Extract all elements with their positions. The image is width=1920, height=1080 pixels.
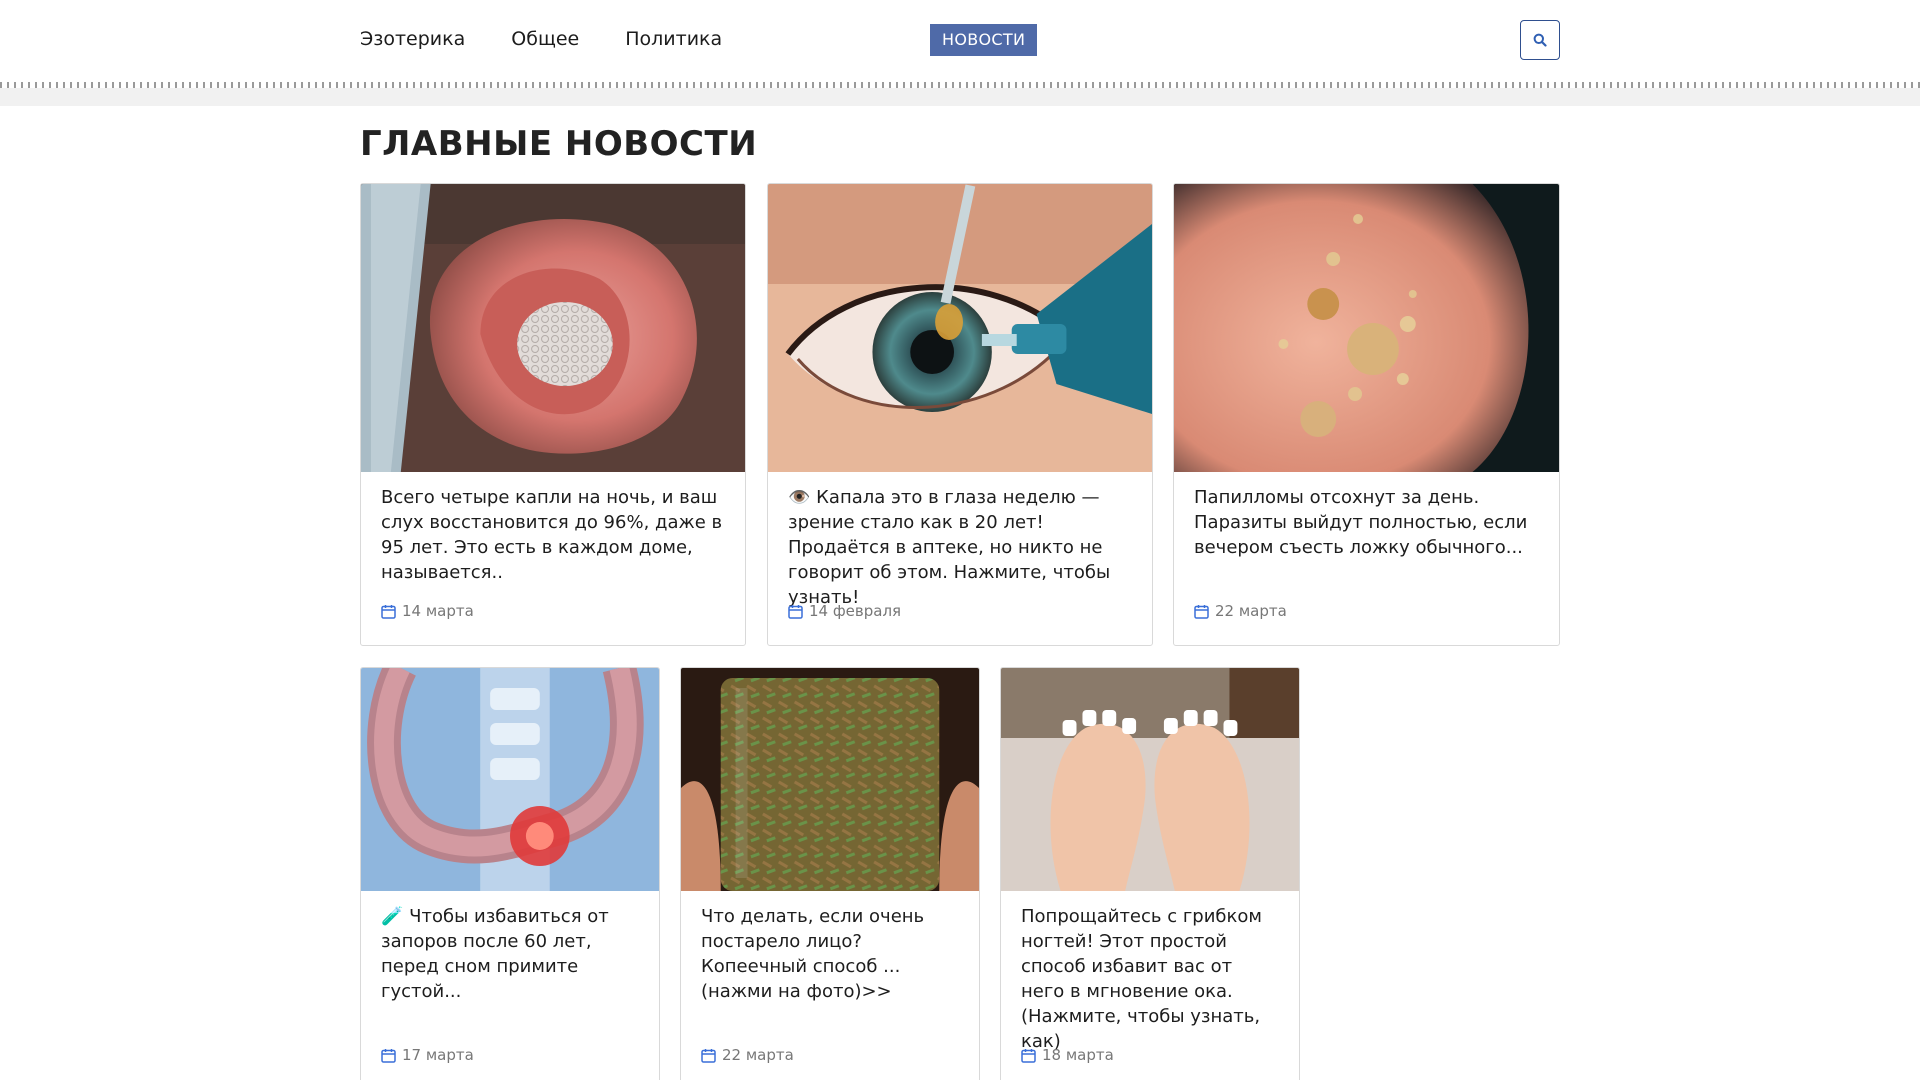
card-date: 22 марта	[701, 1046, 794, 1064]
card-date-text: 18 марта	[1042, 1046, 1114, 1064]
card-image-eye[interactable]	[768, 184, 1152, 472]
card-date-text: 14 февраля	[809, 602, 902, 620]
calendar-icon	[381, 604, 396, 619]
card-date: 14 февраля	[788, 602, 901, 620]
nav-item-esoterics[interactable]: Эзотерика	[360, 28, 465, 50]
card-date-text: 14 марта	[402, 602, 474, 620]
card-image-colon[interactable]	[361, 668, 659, 891]
card-image-skin[interactable]	[1174, 184, 1559, 472]
card-date: 17 марта	[381, 1046, 474, 1064]
card-date-text: 22 марта	[722, 1046, 794, 1064]
calendar-icon	[1021, 1048, 1036, 1063]
nav-item-general[interactable]: Общее	[511, 28, 579, 50]
card-date-text: 17 марта	[402, 1046, 474, 1064]
card-title[interactable]: Всего четыре капли на ночь, и ваш слух в…	[381, 485, 725, 585]
news-card[interactable]: 🧪 Чтобы избавиться от запоров после 60 л…	[360, 667, 660, 1080]
news-card[interactable]: Попрощайтесь с грибком ногтей! Этот прос…	[1000, 667, 1300, 1080]
news-card[interactable]: Всего четыре капли на ночь, и ваш слух в…	[360, 183, 746, 646]
card-date-text: 22 марта	[1215, 602, 1287, 620]
news-badge[interactable]: НОВОСТИ	[930, 24, 1038, 56]
card-image-cloves[interactable]	[681, 668, 979, 891]
calendar-icon	[381, 1048, 396, 1063]
search-icon	[1533, 33, 1547, 47]
calendar-icon	[701, 1048, 716, 1063]
main-nav: Эзотерика Общее Политика	[360, 28, 722, 50]
card-title[interactable]: Попрощайтесь с грибком ногтей! Этот прос…	[1021, 904, 1279, 1054]
header-band	[0, 88, 1920, 106]
news-card[interactable]: Папилломы отсохнут за день. Паразиты вый…	[1173, 183, 1560, 646]
calendar-icon	[788, 604, 803, 619]
card-date: 22 марта	[1194, 602, 1287, 620]
site-header: Эзотерика Общее Политика НОВОСТИ	[0, 0, 1920, 84]
card-title[interactable]: 👁️ Капала это в глаза неделю — зрение ст…	[788, 485, 1132, 610]
card-title[interactable]: Папилломы отсохнут за день. Паразиты вый…	[1194, 485, 1539, 560]
card-title[interactable]: 🧪 Чтобы избавиться от запоров после 60 л…	[381, 904, 639, 1004]
calendar-icon	[1194, 604, 1209, 619]
card-date: 14 марта	[381, 602, 474, 620]
search-button[interactable]	[1520, 20, 1560, 60]
nav-item-politics[interactable]: Политика	[625, 28, 722, 50]
card-image-feet[interactable]	[1001, 668, 1299, 891]
card-title[interactable]: Что делать, если очень постарело лицо? К…	[701, 904, 959, 1004]
section-title: ГЛАВНЫЕ НОВОСТИ	[360, 124, 758, 164]
card-date: 18 марта	[1021, 1046, 1114, 1064]
news-card[interactable]: 👁️ Капала это в глаза неделю — зрение ст…	[767, 183, 1153, 646]
card-image-ear[interactable]	[361, 184, 745, 472]
news-card[interactable]: Что делать, если очень постарело лицо? К…	[680, 667, 980, 1080]
